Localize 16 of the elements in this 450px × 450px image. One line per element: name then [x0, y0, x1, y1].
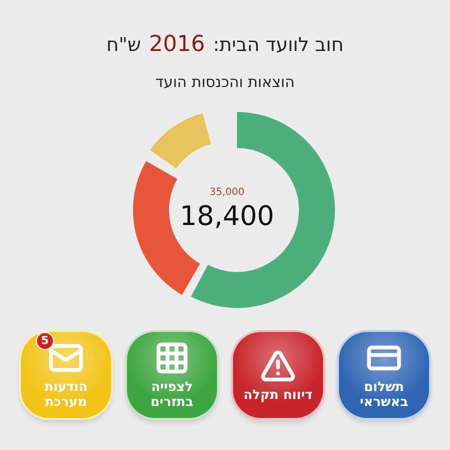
subtitle: הוצאות והכנסות הועד [155, 72, 295, 93]
debt-amount: 2016 [149, 31, 206, 59]
menu-button[interactable]: דיווח תקלה [231, 330, 325, 420]
button-label: הודעות מערכת [43, 380, 89, 410]
menu-button[interactable]: תשלום באשראי [337, 330, 431, 420]
warning-icon [260, 348, 296, 384]
menu-button[interactable]: לצפייה בתזרים [125, 330, 219, 420]
currency-label: ש"ח [106, 33, 142, 58]
button-label: תשלום באשראי [358, 380, 410, 410]
button-label: דיווח תקלה [243, 388, 313, 402]
target-value: 35,000 [210, 186, 244, 200]
grid-icon [154, 340, 190, 376]
balance-value: 18,400 [180, 200, 274, 234]
title-label: חוב לוועד הבית: [213, 33, 344, 58]
notification-badge: 5 [36, 332, 54, 350]
button-label: לצפייה בתזרים [150, 380, 194, 410]
